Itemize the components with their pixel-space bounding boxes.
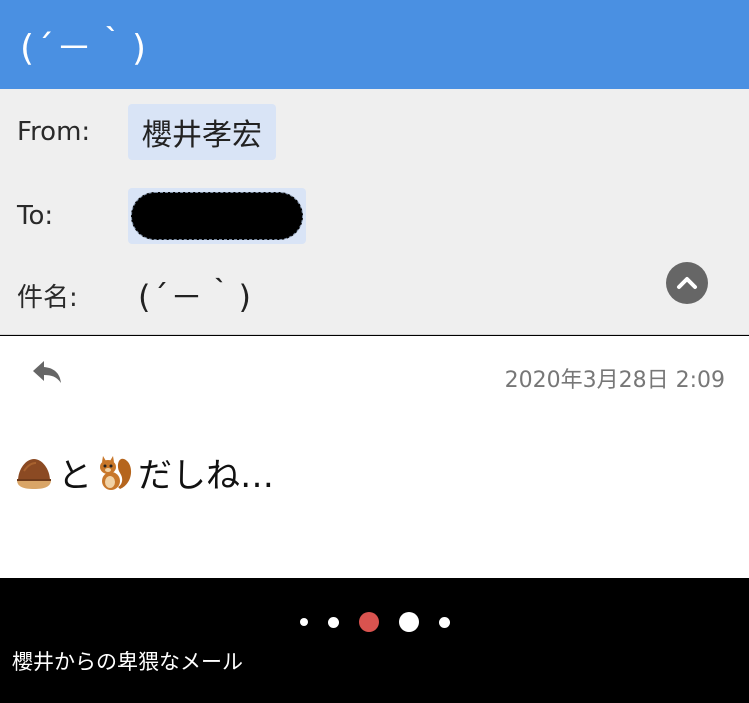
message-text: と だしね…: [14, 448, 274, 497]
reply-icon: [33, 361, 61, 383]
page-dot[interactable]: [398, 612, 419, 632]
page-dot-active[interactable]: [358, 612, 379, 632]
app-titlebar: (´－｀): [0, 0, 749, 89]
subject-row: 件名: (´－｀): [0, 265, 749, 325]
message-body: 2020年3月28日 2:09 と だしね…: [0, 336, 749, 578]
to-label: To:: [17, 201, 54, 231]
recipient-chip[interactable]: [128, 188, 306, 244]
page-indicator: [0, 612, 749, 632]
chestnut-icon: [14, 453, 54, 493]
from-label: From:: [17, 117, 91, 147]
subject-value: (´－｀): [138, 278, 253, 316]
message-header: From: 櫻井孝宏 To: 件名: (´－｀): [0, 89, 749, 335]
app-title: (´－｀): [20, 27, 149, 69]
redacted-recipient: [131, 192, 303, 240]
reply-button[interactable]: [30, 358, 64, 386]
message-text-part: だしね…: [138, 456, 274, 496]
collapse-header-button[interactable]: [666, 262, 708, 304]
chevron-up-icon: [677, 277, 697, 289]
page-dot[interactable]: [299, 618, 308, 626]
page-dot[interactable]: [438, 616, 450, 628]
subject-label: 件名:: [17, 282, 78, 313]
to-row: To:: [0, 186, 749, 246]
gallery-footer: 櫻井からの卑猥なメール: [0, 578, 749, 703]
message-date: 2020年3月28日 2:09: [504, 368, 725, 393]
sender-chip[interactable]: 櫻井孝宏: [128, 104, 276, 160]
from-row: From: 櫻井孝宏: [0, 102, 749, 162]
page-dot[interactable]: [327, 616, 339, 628]
squirrel-icon: [94, 453, 134, 493]
image-caption: 櫻井からの卑猥なメール: [12, 650, 243, 674]
message-text-part: と: [58, 456, 92, 496]
